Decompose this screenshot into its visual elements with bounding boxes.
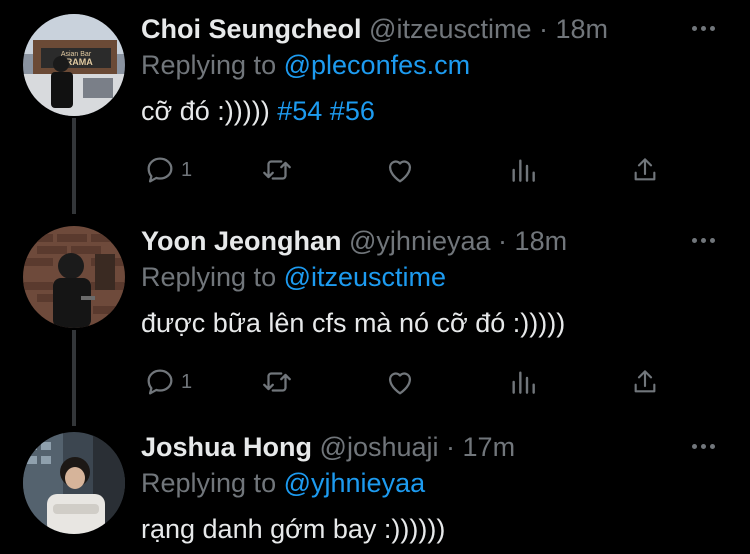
heart-icon xyxy=(388,372,412,395)
user-handle[interactable]: @itzeusctime xyxy=(369,14,531,44)
more-icon[interactable] xyxy=(692,230,720,250)
share-icon xyxy=(634,370,656,393)
tweet-actions: 1 xyxy=(141,152,681,192)
tweet[interactable]: Yoon Jeonghan @yjhnieyaa · 18m Replying … xyxy=(0,212,750,426)
replying-to: Replying to @yjhnieyaa xyxy=(141,468,425,499)
avatar-image xyxy=(23,432,125,534)
user-handle[interactable]: @joshuaji xyxy=(320,432,439,462)
hashtag-link[interactable]: #56 xyxy=(330,96,375,126)
reply-button[interactable]: 1 xyxy=(143,364,192,400)
replying-to-label: Replying to xyxy=(141,50,277,80)
avatar[interactable]: Asian Bar DRAMA xyxy=(23,14,125,116)
separator-dot: · xyxy=(446,432,456,462)
timestamp[interactable]: 18m xyxy=(515,226,568,256)
retweet-button[interactable] xyxy=(259,152,295,188)
mention-link[interactable]: @pleconfes.cm xyxy=(284,50,470,80)
replying-to: Replying to @pleconfes.cm xyxy=(141,50,470,81)
more-icon[interactable] xyxy=(692,436,720,456)
timestamp[interactable]: 18m xyxy=(556,14,609,44)
tweet[interactable]: Asian Bar DRAMA Choi Seungcheol @itzeusc… xyxy=(0,0,750,214)
tweet-text: cỡ đó :))))) #54 #56 xyxy=(141,96,375,127)
like-button[interactable] xyxy=(383,364,417,400)
reply-icon xyxy=(147,157,173,183)
mention-link[interactable]: @itzeusctime xyxy=(284,262,446,292)
tweet-text-content: rạng danh gớm bay :)))))) xyxy=(141,514,446,544)
share-icon xyxy=(634,158,656,181)
reply-count: 1 xyxy=(181,158,193,181)
replying-to-label: Replying to xyxy=(141,468,277,498)
mention-link[interactable]: @yjhnieyaa xyxy=(284,468,426,498)
like-button[interactable] xyxy=(383,152,417,188)
hashtag-link[interactable]: #54 xyxy=(277,96,322,126)
avatar[interactable] xyxy=(23,432,125,534)
retweet-button[interactable] xyxy=(259,364,295,400)
avatar-image: Asian Bar DRAMA xyxy=(23,14,125,116)
tweet[interactable]: Joshua Hong @joshuaji · 17m Replying to … xyxy=(0,418,750,554)
replying-to: Replying to @itzeusctime xyxy=(141,262,446,293)
reply-count: 1 xyxy=(181,370,193,393)
retweet-icon xyxy=(263,160,291,180)
tweet-text: rạng danh gớm bay :)))))) xyxy=(141,514,445,545)
conversation-thread: Asian Bar DRAMA Choi Seungcheol @itzeusc… xyxy=(0,0,750,554)
display-name[interactable]: Choi Seungcheol xyxy=(141,14,362,44)
separator-dot: · xyxy=(498,226,508,256)
more-icon[interactable] xyxy=(692,18,720,38)
share-button[interactable] xyxy=(629,364,661,400)
display-name[interactable]: Yoon Jeonghan xyxy=(141,226,342,256)
tweet-text-content: được bữa lên cfs mà nó cỡ đó :))))) xyxy=(141,308,566,338)
retweet-icon xyxy=(263,372,291,392)
avatar-image xyxy=(23,226,125,328)
analytics-button[interactable] xyxy=(507,152,539,188)
tweet-header: Joshua Hong @joshuaji · 17m xyxy=(141,432,690,463)
analytics-icon xyxy=(512,159,535,182)
timestamp[interactable]: 17m xyxy=(463,432,516,462)
reply-button[interactable]: 1 xyxy=(143,152,192,188)
tweet-header: Choi Seungcheol @itzeusctime · 18m xyxy=(141,14,690,45)
tweet-text-content: cỡ đó :))))) xyxy=(141,96,270,126)
reply-icon xyxy=(147,369,173,395)
tweet-header: Yoon Jeonghan @yjhnieyaa · 18m xyxy=(141,226,690,257)
user-handle[interactable]: @yjhnieyaa xyxy=(349,226,491,256)
avatar[interactable] xyxy=(23,226,125,328)
analytics-icon xyxy=(512,371,535,394)
share-button[interactable] xyxy=(629,152,661,188)
replying-to-label: Replying to xyxy=(141,262,277,292)
tweet-actions: 1 xyxy=(141,364,681,404)
analytics-button[interactable] xyxy=(507,364,539,400)
display-name[interactable]: Joshua Hong xyxy=(141,432,312,462)
separator-dot: · xyxy=(539,14,548,44)
tweet-text: được bữa lên cfs mà nó cỡ đó :))))) xyxy=(141,308,565,339)
heart-icon xyxy=(388,160,412,183)
